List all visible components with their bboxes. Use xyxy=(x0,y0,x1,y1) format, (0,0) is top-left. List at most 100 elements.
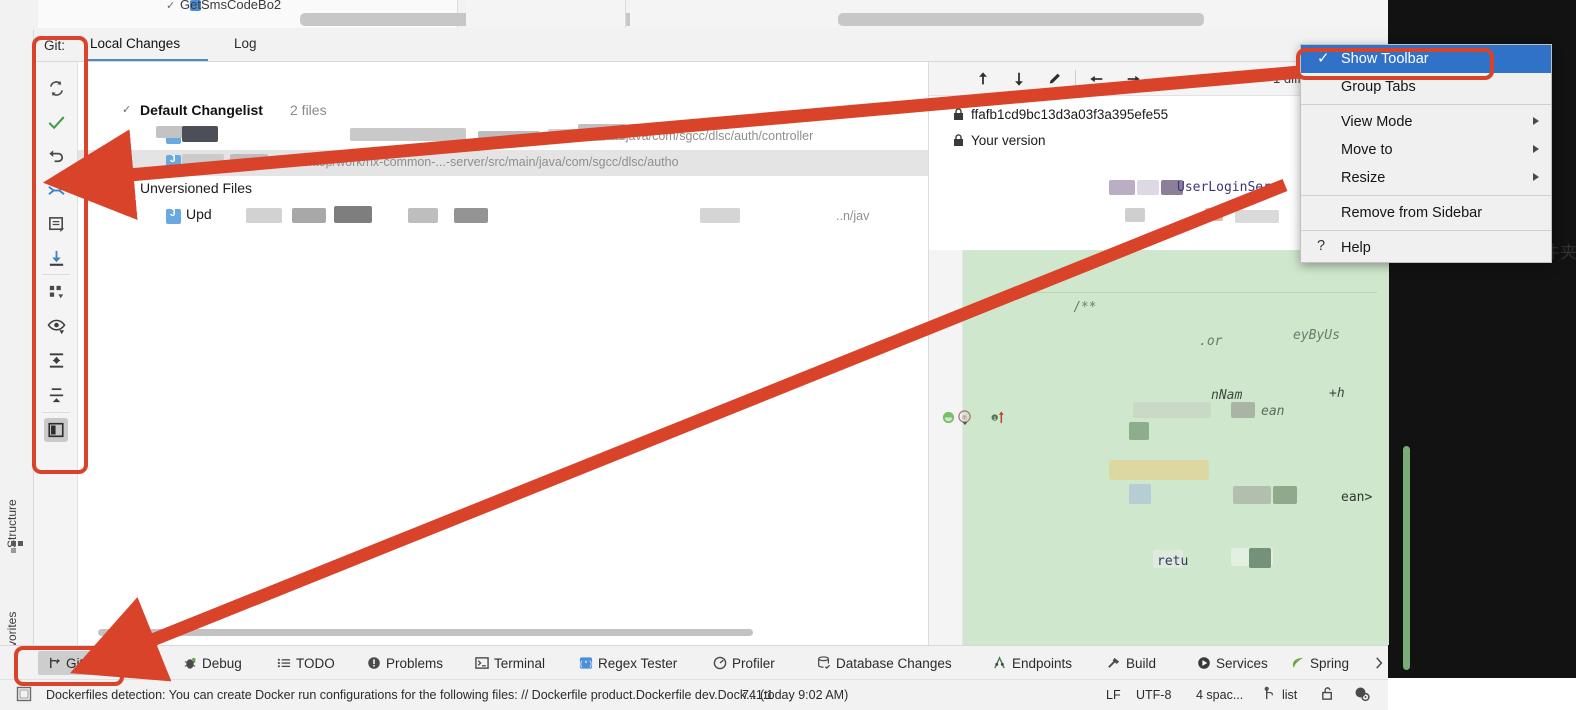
debug-bug-icon xyxy=(182,656,197,671)
menu-item-label: Remove from Sidebar xyxy=(1341,205,1483,221)
diff-added-region: /** .or eyByUs nNam +h ean ean> retu xyxy=(963,250,1410,670)
file-encoding[interactable]: UTF-8 xyxy=(1136,688,1171,702)
bottom-tab-label: Terminal xyxy=(494,655,546,671)
code-fragment: nNam xyxy=(1211,388,1243,403)
redaction-bar xyxy=(1129,422,1149,440)
bottom-tab-regex-tester[interactable]: (*) Regex Tester xyxy=(578,652,678,674)
unversioned-row[interactable]: ✓ Unversioned Files xyxy=(78,176,928,202)
bottom-tab-label: TODO xyxy=(296,655,335,671)
coverage-marker-icon[interactable] xyxy=(941,410,956,428)
previous-diff-icon[interactable] xyxy=(973,69,993,89)
terminal-icon xyxy=(474,656,489,671)
redaction-bar xyxy=(1235,210,1279,223)
redaction-bar xyxy=(1233,486,1271,504)
bottom-tab-profiler[interactable]: Profiler xyxy=(712,652,775,674)
menu-item-help[interactable]: ? Help xyxy=(1301,234,1551,262)
bottom-tab-database-changes[interactable]: Database Changes xyxy=(816,652,952,674)
accept-left-icon[interactable] xyxy=(1087,69,1107,89)
code-fragment: eyByUs xyxy=(1293,328,1340,343)
table-row[interactable]: src/main/java/com/sgcc/dlsc/auth/control… xyxy=(78,124,928,150)
bottom-tab-endpoints[interactable]: Endpoints xyxy=(992,652,1072,674)
bottom-tab-todo[interactable]: TODO xyxy=(276,652,335,674)
menu-item-label: Resize xyxy=(1341,170,1386,186)
next-diff-icon[interactable] xyxy=(1009,69,1029,89)
editor-tab-strip: ✓ GetSmsCodeBo2 xyxy=(0,0,1388,30)
tree-horizontal-scrollbar[interactable] xyxy=(78,627,928,637)
scrollbar-thumb[interactable] xyxy=(98,629,753,636)
redaction-bar xyxy=(1125,208,1145,222)
bottom-tool-window-bar: Git Run Debug TODO Problems Terminal (*)… xyxy=(0,645,1388,679)
change-marker-icon[interactable]: 1 xyxy=(991,410,1006,428)
redaction-bar xyxy=(182,154,224,168)
todo-list-icon xyxy=(276,656,291,671)
event-log-icon[interactable] xyxy=(16,686,32,702)
redaction-bar xyxy=(408,208,438,223)
redaction-bar xyxy=(230,154,268,168)
menu-item-remove-from-sidebar[interactable]: Remove from Sidebar xyxy=(1301,199,1551,227)
bottom-tab-terminal[interactable]: Terminal xyxy=(474,652,545,674)
structure-icon xyxy=(11,540,25,554)
code-fragment: .or xyxy=(1199,334,1223,349)
edit-pencil-icon[interactable] xyxy=(1045,69,1065,89)
bottom-tab-label: Services xyxy=(1216,655,1268,671)
chevron-down-icon[interactable]: ✓ xyxy=(122,181,131,194)
lock-icon xyxy=(953,108,964,121)
branch-name[interactable]: list xyxy=(1282,688,1297,702)
menu-item-move-to[interactable]: Move to xyxy=(1301,136,1551,164)
submenu-arrow-icon xyxy=(1533,173,1539,181)
bottom-tab-spring[interactable]: Spring xyxy=(1290,652,1349,674)
spring-leaf-icon xyxy=(1290,656,1305,671)
changelist-row[interactable]: ✓ Default Changelist 2 files xyxy=(78,98,928,124)
table-row[interactable]: ~/Desktop/work/nx-common-...-server/src/… xyxy=(78,150,928,176)
bottom-tab-label: Regex Tester xyxy=(598,655,678,671)
expand-chevrons-icon[interactable]: » xyxy=(1249,71,1256,86)
more-icon xyxy=(1372,656,1387,671)
indent-setting[interactable]: 4 spac... xyxy=(1196,688,1243,702)
file-path: src/main/java/com/sgcc/dlsc/auth/control… xyxy=(575,129,814,143)
menu-item-view-mode[interactable]: View Mode xyxy=(1301,108,1551,136)
bottom-tab-problems[interactable]: Problems xyxy=(366,652,443,674)
redaction-bar xyxy=(350,128,466,141)
bottom-tab-label: Build xyxy=(1126,655,1157,671)
services-icon xyxy=(1196,656,1211,671)
editor-tab-2[interactable] xyxy=(466,0,626,28)
unlocked-icon[interactable] xyxy=(1320,686,1336,702)
bottom-tab-overflow[interactable] xyxy=(1372,652,1387,674)
build-hammer-icon xyxy=(1106,656,1121,671)
editor-tab-1[interactable]: ✓ GetSmsCodeBo2 xyxy=(38,0,972,28)
code-fragment: +h xyxy=(1329,386,1345,401)
diff-vertical-scrollbar[interactable] xyxy=(1403,446,1410,670)
bottom-tab-label: Endpoints xyxy=(1012,655,1073,671)
redaction-bar xyxy=(454,208,488,223)
bottom-tab-label: Database Changes xyxy=(836,655,952,671)
bottom-tab-services[interactable]: Services xyxy=(1196,652,1268,674)
table-row[interactable]: Upd ..n/jav xyxy=(78,204,928,230)
tab-local-changes[interactable]: Local Changes xyxy=(90,36,180,51)
bottom-tab-debug[interactable]: Debug xyxy=(182,652,242,674)
bottom-tab-label: Spring xyxy=(1310,655,1350,671)
redaction-bar xyxy=(1273,486,1297,504)
redaction-bar xyxy=(700,208,740,223)
status-message[interactable]: Dockerfiles detection: You can create Do… xyxy=(46,688,848,702)
settings-notification-icon[interactable] xyxy=(1354,686,1370,702)
tab-log[interactable]: Log xyxy=(234,36,257,51)
show-toolbar-highlight xyxy=(1296,48,1494,80)
question-mark-icon: ? xyxy=(1317,238,1326,254)
git-branch-icon[interactable] xyxy=(1262,686,1278,702)
redaction-bar xyxy=(1249,548,1271,568)
changes-tree[interactable]: ✓ Default Changelist 2 files src/main/ja… xyxy=(78,62,928,645)
line-separator[interactable]: LF xyxy=(1106,688,1121,702)
caret-position[interactable]: 741:1 xyxy=(742,688,773,702)
editor-tab-3[interactable] xyxy=(630,0,1388,28)
bottom-tab-label: Profiler xyxy=(732,655,775,671)
code-fragment: ean xyxy=(1261,404,1285,419)
menu-item-resize[interactable]: Resize xyxy=(1301,164,1551,192)
sidebar-item-structure[interactable]: Structure xyxy=(5,462,27,548)
bottom-tab-build[interactable]: Build xyxy=(1106,652,1156,674)
chevron-down-icon[interactable]: ✓ xyxy=(122,103,131,116)
accept-right-icon[interactable] xyxy=(1123,69,1143,89)
java-file-icon xyxy=(166,208,181,224)
method-marker-icon[interactable]: m xyxy=(957,410,972,428)
redaction-bar xyxy=(1109,180,1135,195)
code-fragment: UserLoginServ xyxy=(1177,180,1279,195)
